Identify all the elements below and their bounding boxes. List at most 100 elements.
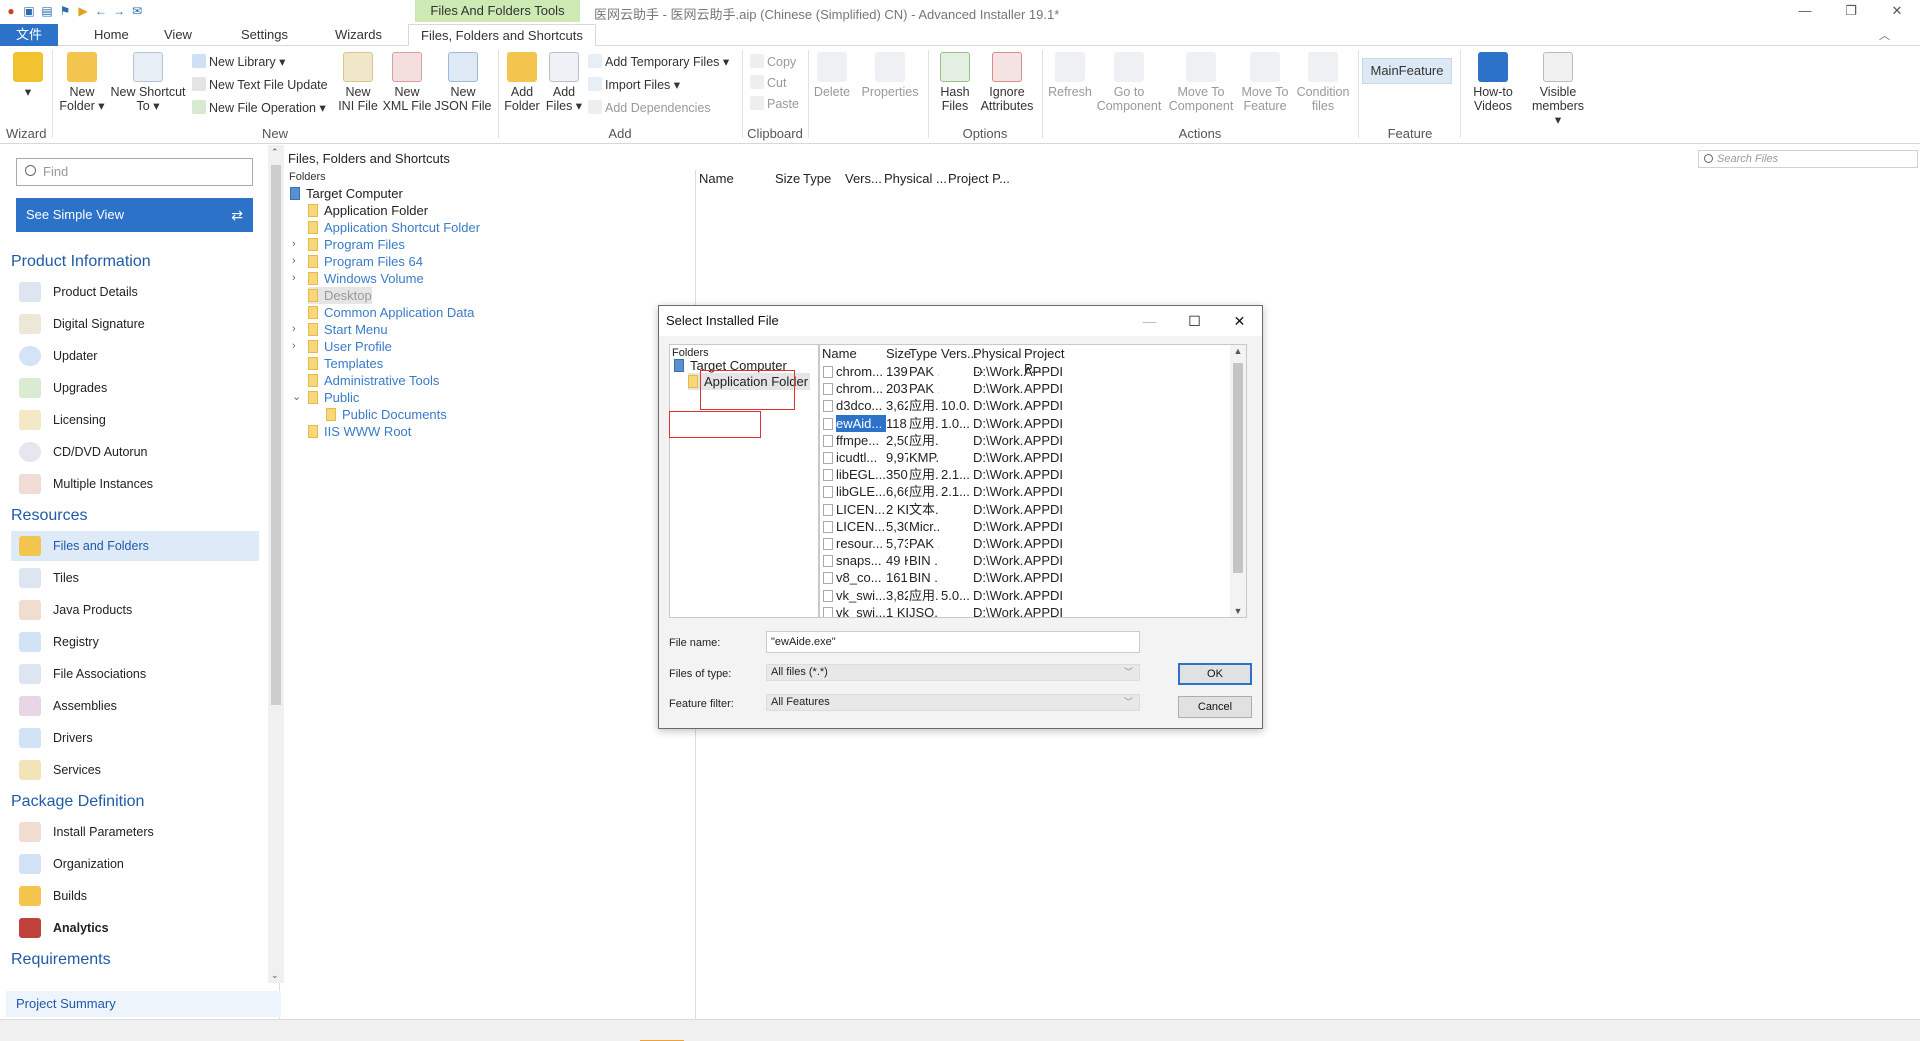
file-row[interactable]: LICEN...2 KB文本... D:\Work...APPDIR [820, 501, 1230, 518]
condition-files-button[interactable]: Condition files [1294, 52, 1352, 113]
tab-file[interactable]: 文件 [0, 24, 58, 46]
nav-updater[interactable]: Updater [11, 341, 259, 371]
copy-button[interactable]: Copy [750, 54, 796, 70]
col-size[interactable]: Size [775, 171, 800, 186]
cancel-button[interactable]: Cancel [1178, 696, 1252, 718]
nav-upgrades[interactable]: Upgrades [11, 373, 259, 403]
project-summary-link[interactable]: Project Summary [6, 991, 281, 1017]
new-text-file-update-button[interactable]: New Text File Update [192, 77, 328, 93]
go-to-component-button[interactable]: Go to Component [1094, 52, 1164, 113]
tree-node-program-files[interactable]: › Program Files [292, 236, 405, 253]
nav-registry[interactable]: Registry [11, 627, 259, 657]
dialog-minimize-button[interactable]: — [1127, 306, 1172, 336]
file-row[interactable]: chrom...139 ...PAK ... D:\Work...APPDIR [820, 363, 1230, 380]
file-row[interactable]: snaps...49 KBBIN ... D:\Work...APPDIR [820, 552, 1230, 569]
tree-node-start-menu[interactable]: › Start Menu [292, 321, 388, 338]
tree-node-windows-volume[interactable]: › Windows Volume [292, 270, 424, 287]
expand-icon[interactable]: › [292, 338, 296, 355]
nav-licensing[interactable]: Licensing [11, 405, 259, 435]
wizard-button[interactable]: ▾ [8, 52, 48, 99]
nav-file-associations[interactable]: File Associations [11, 659, 259, 689]
new-library-button[interactable]: New Library ▾ [192, 54, 285, 70]
move-to-feature-button[interactable]: Move To Feature [1236, 52, 1294, 113]
import-files-button[interactable]: Import Files ▾ [588, 77, 680, 93]
dialog-close-button[interactable]: ✕ [1217, 306, 1262, 336]
visible-members-button[interactable]: Visible members ▾ [1528, 52, 1588, 127]
nav-files-and-folders[interactable]: Files and Folders [11, 531, 259, 561]
run-icon[interactable]: ▶ [76, 4, 90, 18]
tree-node-application-folder[interactable]: Application Folder [308, 202, 428, 219]
section-product-information[interactable]: Product Information [11, 253, 151, 271]
tree-node-common-app-data[interactable]: Common Application Data [308, 304, 474, 321]
collapse-icon[interactable]: ⌄ [292, 389, 301, 406]
col-physical[interactable]: Physical ... [884, 171, 947, 186]
paste-button[interactable]: Paste [750, 96, 799, 112]
tree-node-target-computer[interactable]: Target Computer [290, 185, 403, 202]
new-xml-file-button[interactable]: New XML File [382, 52, 432, 113]
tree-node-user-profile[interactable]: › User Profile [292, 338, 392, 355]
tab-files-folders-shortcuts[interactable]: Files, Folders and Shortcuts [408, 24, 596, 47]
expand-icon[interactable]: › [292, 253, 296, 270]
file-row[interactable]: vk_swi...3,82...应用...5.0....D:\Work...AP… [820, 587, 1230, 604]
tree-node-app-shortcut-folder[interactable]: Application Shortcut Folder [308, 219, 480, 236]
section-requirements[interactable]: Requirements [11, 951, 111, 969]
nav-drivers[interactable]: Drivers [11, 723, 259, 753]
new-file-operation-button[interactable]: New File Operation ▾ [192, 100, 326, 116]
file-row[interactable]: ffmpe... 2,50...应用... D:\Work...APPDIR [820, 432, 1230, 449]
tree-node-public-documents[interactable]: Public Documents [326, 406, 447, 423]
hash-files-button[interactable]: Hash Files [932, 52, 978, 113]
refresh-button[interactable]: Refresh [1046, 52, 1094, 99]
add-temporary-files-button[interactable]: Add Temporary Files ▾ [588, 54, 729, 70]
properties-button[interactable]: Properties [858, 52, 922, 99]
restore-button[interactable]: ❐ [1828, 0, 1874, 22]
tree-node-public[interactable]: ⌄ Public [292, 389, 359, 406]
nav-java-products[interactable]: Java Products [11, 595, 259, 625]
file-row[interactable]: ewAid...118,...应用...1.0....D:\Work...APP… [820, 414, 1230, 432]
nav-digital-signature[interactable]: Digital Signature [11, 309, 259, 339]
tab-home[interactable]: Home [82, 24, 141, 46]
sidebar-scrollbar[interactable]: ⌃ ⌄ [268, 145, 284, 983]
expand-icon[interactable]: › [292, 321, 296, 338]
see-simple-view-button[interactable]: See Simple View ⇄ [16, 198, 253, 232]
feature-selector[interactable]: MainFeature [1362, 58, 1452, 84]
new-ini-file-button[interactable]: New INI File [336, 52, 380, 113]
file-row[interactable]: v8_co...161 ...BIN ... D:\Work...APPDIR [820, 569, 1230, 586]
dialog-list-scrollbar[interactable]: ▲ ▼ [1230, 345, 1246, 617]
file-row[interactable]: vk_swi...1 KBJSO... D:\Work...APPDIR [820, 604, 1230, 617]
nav-multiple-instances[interactable]: Multiple Instances [11, 469, 259, 499]
new-shortcut-button[interactable]: New Shortcut To ▾ [108, 52, 188, 113]
minimize-button[interactable]: — [1782, 0, 1828, 22]
file-row[interactable]: libEGL...350 ...应用...2.1....D:\Work...AP… [820, 466, 1230, 483]
dialog-col-size[interactable]: Size [886, 346, 911, 361]
dialog-col-type[interactable]: Type [909, 346, 937, 361]
undo-icon[interactable]: ← [94, 4, 108, 18]
file-row[interactable]: LICEN...5,30...Micr... D:\Work...APPDIR [820, 518, 1230, 535]
dialog-maximize-button[interactable]: ☐ [1172, 306, 1217, 336]
collapse-ribbon-icon[interactable]: ︿ [1879, 27, 1890, 43]
nav-cd-dvd-autorun[interactable]: CD/DVD Autorun [11, 437, 259, 467]
mail-icon[interactable]: ✉ [130, 4, 144, 18]
nav-product-details[interactable]: Product Details [11, 277, 259, 307]
nav-analytics[interactable]: Analytics [11, 913, 259, 943]
ok-button[interactable]: OK [1178, 663, 1252, 685]
new-json-file-button[interactable]: New JSON File [434, 52, 492, 113]
search-files-input[interactable]: Search Files [1698, 150, 1918, 168]
close-button[interactable]: ✕ [1874, 0, 1920, 22]
open-icon[interactable]: ▤ [40, 4, 54, 18]
nav-organization[interactable]: Organization [11, 849, 259, 879]
new-folder-button[interactable]: New Folder ▾ [58, 52, 106, 113]
section-package-definition[interactable]: Package Definition [11, 793, 144, 811]
tree-node-admin-tools[interactable]: Administrative Tools [308, 372, 439, 389]
nav-services[interactable]: Services [11, 755, 259, 785]
dialog-col-name[interactable]: Name [822, 346, 857, 361]
file-row[interactable]: chrom...203 ...PAK ... D:\Work...APPDIR [820, 380, 1230, 397]
nav-install-parameters[interactable]: Install Parameters [11, 817, 259, 847]
add-files-button[interactable]: Add Files ▾ [544, 52, 584, 113]
how-to-videos-button[interactable]: How-to Videos [1466, 52, 1520, 113]
ignore-attributes-button[interactable]: Ignore Attributes [978, 52, 1036, 113]
file-row[interactable]: d3dco...3,62...应用...10.0...D:\Work...APP… [820, 397, 1230, 414]
add-dependencies-button[interactable]: Add Dependencies [588, 100, 711, 116]
tree-node-program-files-64[interactable]: › Program Files 64 [292, 253, 423, 270]
tab-view[interactable]: View [152, 24, 204, 46]
col-type[interactable]: Type [803, 171, 831, 186]
